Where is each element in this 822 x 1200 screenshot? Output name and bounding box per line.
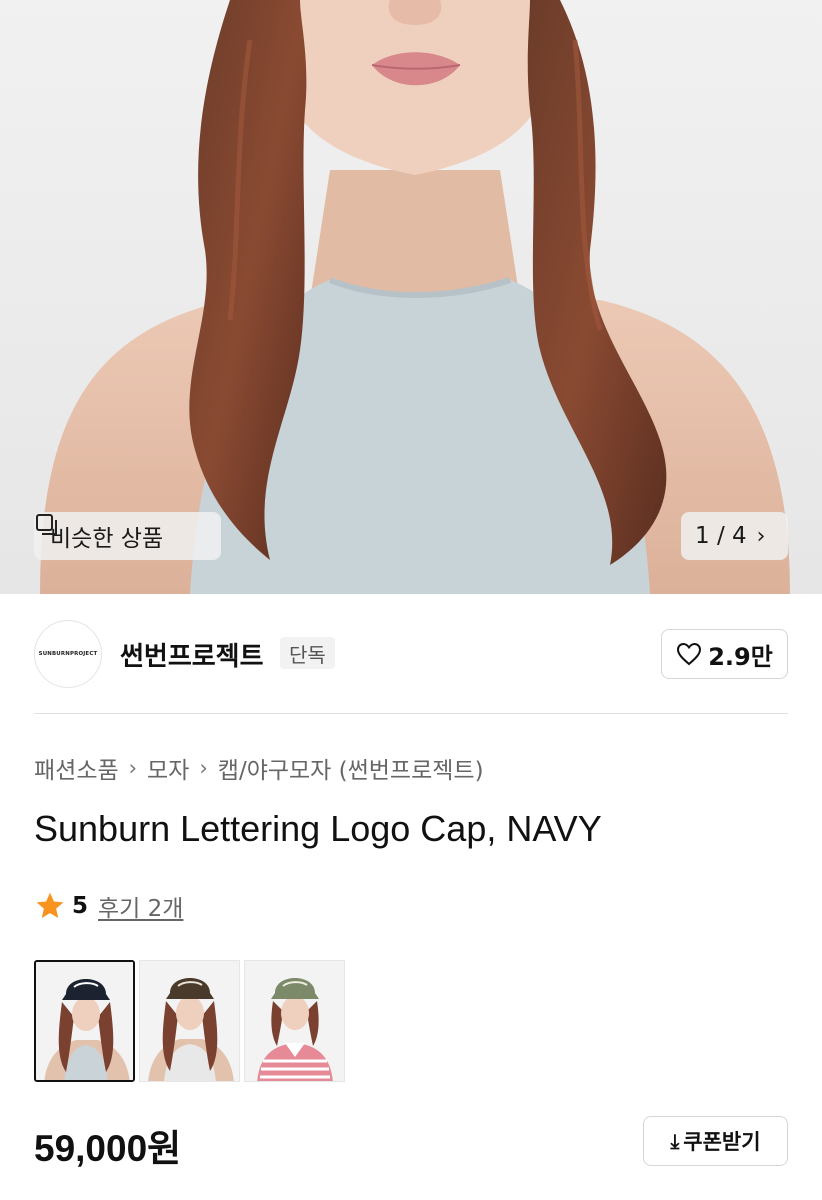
store-logo[interactable]: SUNBURNPROJECT xyxy=(34,620,102,688)
rating-row: 5 후기 2개 xyxy=(34,889,183,923)
coupon-button[interactable]: ⤓ 쿠폰받기 xyxy=(643,1116,788,1166)
thumbnail-khaki[interactable] xyxy=(244,960,345,1082)
product-title: Sunburn Lettering Logo Cap, NAVY xyxy=(34,808,602,849)
breadcrumb-item[interactable]: 캡/야구모자 (썬번프로젝트) xyxy=(218,751,484,785)
divider xyxy=(34,713,788,714)
chevron-right-icon: › xyxy=(756,523,766,549)
star-icon xyxy=(36,892,64,918)
product-price: 59,000원 xyxy=(34,1128,182,1169)
similar-items-button[interactable]: 비슷한 상품 xyxy=(34,512,221,560)
thumbnail-navy[interactable] xyxy=(34,960,135,1082)
model-photo xyxy=(0,0,822,594)
chevron-right-icon: › xyxy=(128,756,138,780)
similar-items-icon xyxy=(36,514,57,535)
color-thumbnails xyxy=(34,960,349,1082)
thumbnail-image xyxy=(245,961,344,1081)
download-icon: ⤓ xyxy=(670,1129,680,1153)
thumbnail-brown[interactable] xyxy=(139,960,240,1082)
exclusive-badge: 단독 xyxy=(280,637,335,669)
breadcrumb-item[interactable]: 모자 xyxy=(147,751,189,785)
image-counter[interactable]: 1 / 4 › xyxy=(681,512,788,560)
similar-items-label: 비슷한 상품 xyxy=(50,526,164,552)
breadcrumb: 패션소품 › 모자 › 캡/야구모자 (썬번프로젝트) xyxy=(34,751,484,785)
coupon-label: 쿠폰받기 xyxy=(683,1130,761,1154)
like-button[interactable]: 2.9만 xyxy=(661,629,788,679)
heart-icon xyxy=(677,642,702,666)
thumbnail-image xyxy=(140,961,239,1081)
like-count: 2.9만 xyxy=(708,642,773,671)
store-logo-text: SUNBURNPROJECT xyxy=(38,651,98,657)
rating-score: 5 xyxy=(72,893,89,919)
thumbnail-image xyxy=(36,962,133,1080)
reviews-link[interactable]: 후기 2개 xyxy=(98,889,183,923)
chevron-right-icon: › xyxy=(199,756,208,780)
store-name[interactable]: 썬번프로젝트 xyxy=(120,636,264,673)
breadcrumb-item[interactable]: 패션소품 xyxy=(34,751,119,785)
product-hero-image[interactable]: 비슷한 상품 1 / 4 › xyxy=(0,0,822,594)
image-counter-text: 1 / 4 xyxy=(695,523,747,549)
store-row: SUNBURNPROJECT 썬번프로젝트 단독 2.9만 xyxy=(34,620,788,688)
